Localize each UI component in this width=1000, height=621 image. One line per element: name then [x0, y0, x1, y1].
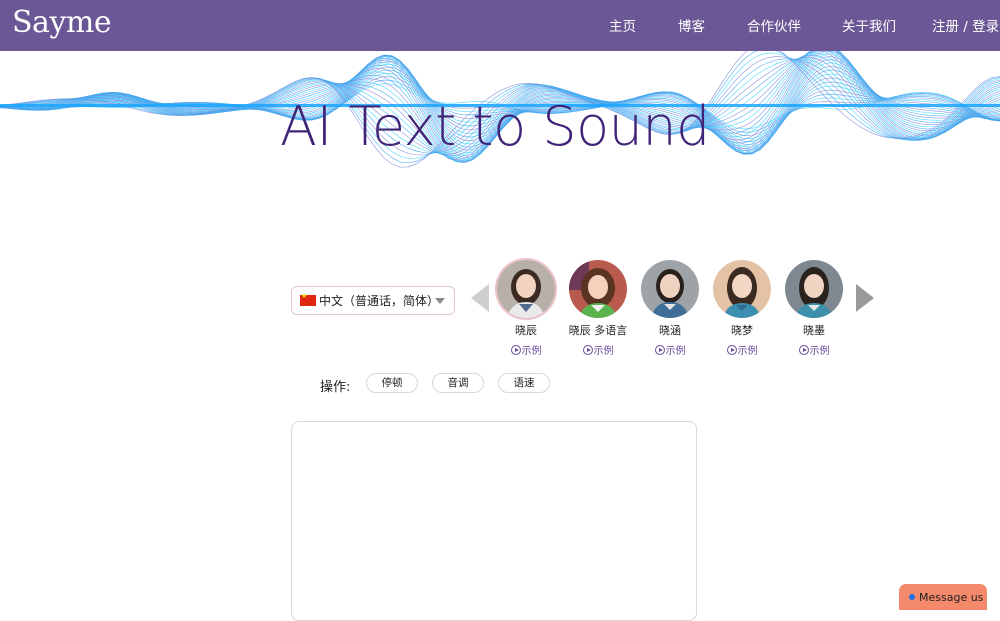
- online-dot-icon: [909, 594, 915, 600]
- language-select[interactable]: 中文（普通话，简体）: [291, 286, 455, 315]
- sample-label: 示例: [665, 346, 686, 357]
- message-us-button[interactable]: Message us: [899, 584, 987, 610]
- page-title: AI Text to Sound: [280, 95, 710, 158]
- sayme-logo[interactable]: Sayme: [12, 5, 112, 40]
- voice-card[interactable]: 晓辰 示例: [494, 260, 558, 357]
- chevron-down-icon: [435, 298, 445, 304]
- sample-label: 示例: [521, 346, 542, 357]
- pitch-button[interactable]: 音调: [432, 373, 484, 393]
- text-input[interactable]: [291, 421, 697, 621]
- voice-card[interactable]: 晓涵 示例: [638, 260, 702, 357]
- sample-play-button[interactable]: 示例: [782, 342, 846, 357]
- sample-play-button[interactable]: 示例: [710, 342, 774, 357]
- voice-avatar: [785, 260, 843, 318]
- avatar-portrait-icon: [785, 260, 843, 318]
- sample-label: 示例: [593, 346, 614, 357]
- voice-card[interactable]: 晓梦 示例: [710, 260, 774, 357]
- operations-label: 操作:: [320, 380, 351, 395]
- play-circle-icon: [726, 344, 737, 355]
- voice-avatar: [497, 260, 555, 318]
- speed-button[interactable]: 语速: [498, 373, 550, 393]
- voice-name: 晓墨: [803, 324, 825, 337]
- nav-about[interactable]: 关于我们: [842, 15, 896, 35]
- language-selected-value: 中文（普通话，简体）: [319, 294, 440, 308]
- nav-home[interactable]: 主页: [609, 15, 636, 35]
- cn-flag-icon: [300, 292, 316, 306]
- voice-avatar: [641, 260, 699, 318]
- voice-avatar: [569, 260, 627, 318]
- nav-blog[interactable]: 博客: [678, 15, 705, 35]
- voice-name: 晓辰 多语言: [568, 324, 628, 337]
- carousel-prev-button[interactable]: [471, 284, 489, 312]
- sample-label: 示例: [809, 346, 830, 357]
- avatar-portrait-icon: [713, 260, 771, 318]
- avatar-portrait-icon: [497, 260, 555, 318]
- avatar-portrait-icon: [569, 260, 627, 318]
- top-navbar: Sayme 主页 博客 合作伙伴 关于我们 注册 / 登录: [0, 0, 1000, 51]
- play-circle-icon: [510, 344, 521, 355]
- voice-card[interactable]: 晓辰 多语言 示例: [566, 260, 630, 357]
- sample-play-button[interactable]: 示例: [566, 342, 630, 357]
- voice-name: 晓涵: [659, 324, 681, 337]
- play-circle-icon: [582, 344, 593, 355]
- hero-banner: AI Text to Sound: [0, 51, 1000, 217]
- message-us-label: Message us: [919, 590, 984, 604]
- sample-label: 示例: [737, 346, 758, 357]
- sample-play-button[interactable]: 示例: [494, 342, 558, 357]
- voice-card[interactable]: 晓墨 示例: [782, 260, 846, 357]
- pause-button[interactable]: 停顿: [366, 373, 418, 393]
- nav-signup-login[interactable]: 注册 / 登录: [932, 15, 999, 35]
- play-circle-icon: [798, 344, 809, 355]
- nav-partners[interactable]: 合作伙伴: [747, 15, 801, 35]
- voice-avatar: [713, 260, 771, 318]
- voice-name: 晓辰: [515, 324, 537, 337]
- sample-play-button[interactable]: 示例: [638, 342, 702, 357]
- carousel-next-button[interactable]: [856, 284, 874, 312]
- play-circle-icon: [654, 344, 665, 355]
- voice-name: 晓梦: [731, 324, 753, 337]
- avatar-portrait-icon: [641, 260, 699, 318]
